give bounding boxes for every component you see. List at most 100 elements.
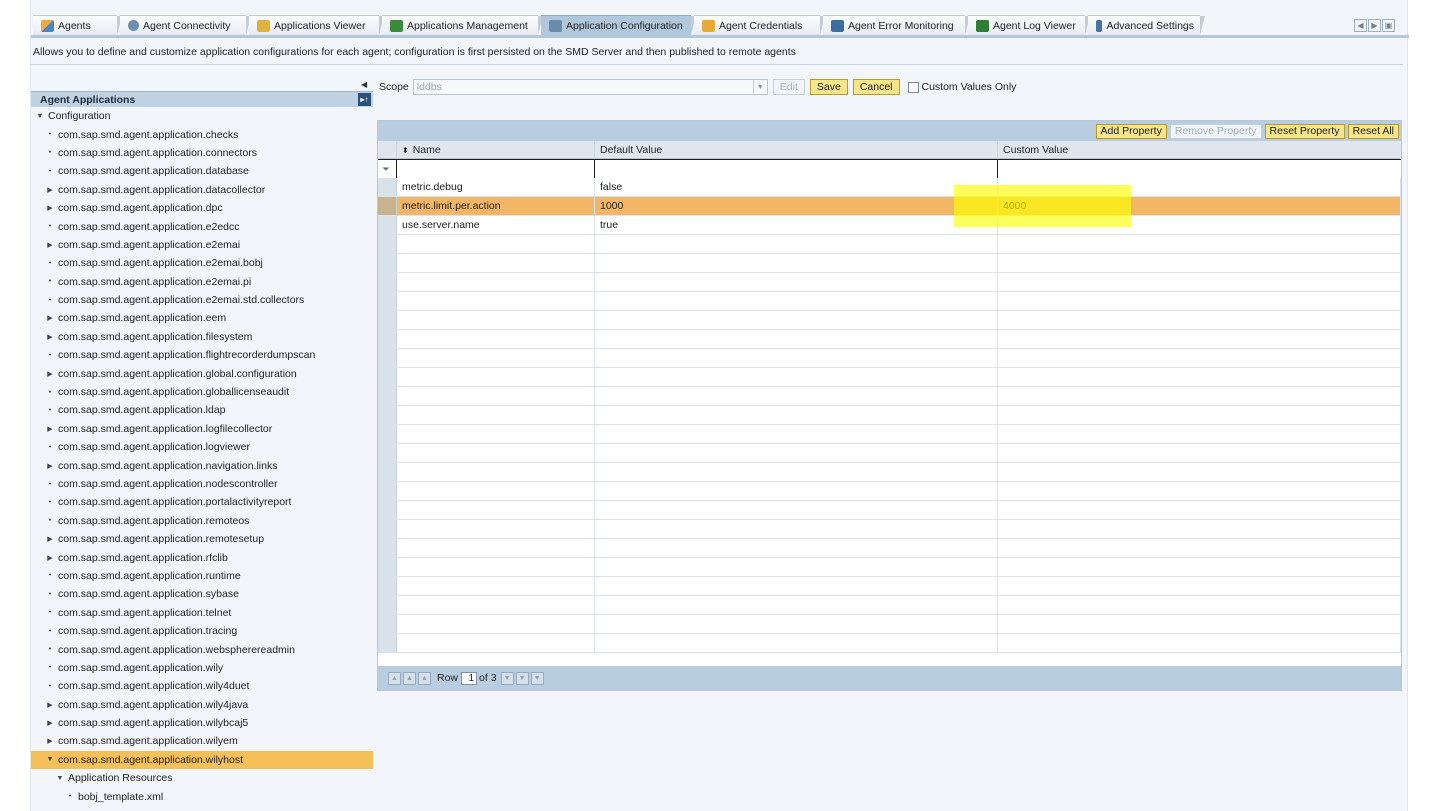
row-selector[interactable]	[378, 254, 397, 272]
table-row[interactable]: metric.debug false	[378, 178, 1401, 197]
cell-custom[interactable]	[998, 235, 1401, 253]
table-row[interactable]	[378, 368, 1401, 387]
cell-custom[interactable]	[998, 634, 1401, 652]
reset-all-button[interactable]: Reset All	[1347, 123, 1399, 139]
pager-row-input[interactable]: 1	[461, 671, 478, 685]
tree-item[interactable]: • com.sap.smd.agent.application.nodescont…	[31, 475, 373, 493]
tree-item[interactable]: • com.sap.smd.agent.application.e2edcc	[31, 217, 373, 235]
custom-values-only-toggle[interactable]: Custom Values Only	[907, 81, 1016, 93]
table-row[interactable]	[378, 558, 1401, 577]
table-row[interactable]	[378, 425, 1401, 444]
cell-custom[interactable]	[998, 558, 1401, 576]
previous-page-icon[interactable]: ▲	[403, 671, 416, 685]
collapsed-arrow-icon[interactable]: ▶	[45, 333, 55, 341]
filter-icon[interactable]: ⏷	[380, 163, 392, 175]
table-row[interactable]	[378, 596, 1401, 615]
tree-item[interactable]: ▶ com.sap.smd.agent.application.rfclib	[31, 548, 373, 566]
table-row[interactable]	[378, 463, 1401, 482]
tab-applications-management[interactable]: Applications Management	[382, 15, 543, 35]
tree-item[interactable]: ▶ com.sap.smd.agent.application.filesyste…	[31, 328, 373, 346]
tree-item[interactable]: • com.sap.smd.agent.application.sybase	[31, 585, 373, 603]
tree-item[interactable]: • com.sap.smd.agent.application.websphere…	[31, 640, 373, 658]
tree-item[interactable]: • com.sap.smd.agent.application.wily	[31, 659, 373, 677]
expanded-arrow-icon[interactable]: ▼	[55, 775, 65, 782]
add-property-button[interactable]: Add Property	[1095, 123, 1167, 139]
tab-list-icon[interactable]: ▣	[1382, 19, 1395, 32]
table-row[interactable]	[378, 330, 1401, 349]
row-selector[interactable]	[378, 273, 397, 291]
save-button[interactable]: Save	[809, 79, 848, 95]
row-selector[interactable]	[378, 349, 397, 367]
tree-item[interactable]: • com.sap.smd.agent.application.e2emai.st…	[31, 291, 373, 309]
filter-name-input[interactable]	[397, 160, 595, 178]
collapsed-arrow-icon[interactable]: ▶	[45, 737, 55, 745]
cell-custom[interactable]	[998, 596, 1401, 614]
row-selector[interactable]	[378, 235, 397, 253]
cell-custom[interactable]	[998, 425, 1401, 443]
table-row[interactable]	[378, 387, 1401, 406]
table-row[interactable]	[378, 482, 1401, 501]
tree-item[interactable]: • com.sap.smd.agent.application.database	[31, 162, 373, 180]
row-selector[interactable]	[378, 501, 397, 519]
table-row[interactable]	[378, 292, 1401, 311]
row-selector[interactable]	[378, 539, 397, 557]
collapsed-arrow-icon[interactable]: ▶	[45, 719, 55, 727]
row-selector[interactable]	[378, 577, 397, 595]
table-row[interactable]	[378, 520, 1401, 539]
cell-custom[interactable]	[998, 349, 1401, 367]
tree-item[interactable]: • com.sap.smd.agent.application.e2emai.pi	[31, 273, 373, 291]
tree-item[interactable]: ▼ com.sap.smd.agent.application.wilyhost	[31, 750, 373, 770]
expanded-arrow-icon[interactable]: ▼	[45, 756, 55, 763]
row-selector[interactable]	[378, 615, 397, 633]
tree-item[interactable]: • com.sap.smd.agent.application.tracing	[31, 622, 373, 640]
table-row[interactable]	[378, 539, 1401, 558]
tree-item[interactable]: • com.sap.smd.agent.application.portalact…	[31, 493, 373, 511]
collapsed-arrow-icon[interactable]: ▶	[45, 241, 55, 249]
sort-icon[interactable]: ⬍	[402, 146, 409, 155]
tree-item[interactable]: ▶ com.sap.smd.agent.application.global.co…	[31, 364, 373, 382]
tab-agent-credentials[interactable]: Agent Credentials	[694, 15, 825, 35]
next-page-icon[interactable]: ▼	[515, 671, 529, 685]
table-row[interactable]	[378, 406, 1401, 425]
tab-agents[interactable]: Agents	[33, 15, 122, 35]
table-row[interactable]	[378, 254, 1401, 273]
row-selector[interactable]	[378, 482, 397, 500]
table-row[interactable]	[378, 349, 1401, 368]
tree-item[interactable]: ▶ com.sap.smd.agent.application.navigatio…	[31, 456, 373, 474]
cell-custom[interactable]	[998, 292, 1401, 310]
tree-item[interactable]: ▼ Configuration	[31, 107, 373, 125]
table-row[interactable]	[378, 273, 1401, 292]
row-selector[interactable]	[378, 387, 397, 405]
expanded-arrow-icon[interactable]: ▼	[35, 113, 45, 120]
row-selector[interactable]	[378, 368, 397, 386]
row-selector[interactable]	[378, 178, 397, 196]
tab-application-configuration[interactable]: Application Configuration	[541, 15, 696, 35]
tree-item[interactable]: ▶ com.sap.smd.agent.application.wily4java	[31, 696, 373, 714]
table-row[interactable]	[378, 311, 1401, 330]
row-selector[interactable]	[378, 520, 397, 538]
cell-custom[interactable]	[998, 520, 1401, 538]
checkbox[interactable]	[907, 81, 919, 93]
cell-custom[interactable]	[998, 368, 1401, 386]
row-selector[interactable]	[378, 330, 397, 348]
table-row[interactable]	[378, 577, 1401, 596]
cell-custom[interactable]	[998, 406, 1401, 424]
row-selector[interactable]	[378, 444, 397, 462]
collapsed-arrow-icon[interactable]: ▶	[45, 425, 55, 433]
tree-item[interactable]: ▼ Application Resources	[31, 769, 373, 787]
tree-item[interactable]: • com.sap.smd.agent.application.e2emai.bo…	[31, 254, 373, 272]
tree-item[interactable]: ▶ com.sap.smd.agent.application.wilyem	[31, 732, 373, 750]
tree-item[interactable]: • com.sap.smd.agent.application.globallic…	[31, 383, 373, 401]
tab-agent-error-monitoring[interactable]: Agent Error Monitoring	[823, 15, 970, 35]
tree-item[interactable]: ▶ com.sap.smd.agent.application.datacolle…	[31, 181, 373, 199]
tree-item[interactable]: • bobj_template.xml	[31, 787, 373, 805]
collapsed-arrow-icon[interactable]: ▶	[45, 314, 55, 322]
table-row[interactable]	[378, 634, 1401, 653]
collapsed-arrow-icon[interactable]: ▶	[45, 701, 55, 709]
cell-custom[interactable]	[998, 254, 1401, 272]
row-selector[interactable]	[378, 463, 397, 481]
tree-item[interactable]: • com.sap.smd.agent.application.telnet	[31, 604, 373, 622]
tab-scroll-right-icon[interactable]: ▶	[1368, 19, 1381, 32]
collapsed-arrow-icon[interactable]: ▶	[45, 370, 55, 378]
remove-property-button[interactable]: Remove Property	[1169, 123, 1262, 139]
